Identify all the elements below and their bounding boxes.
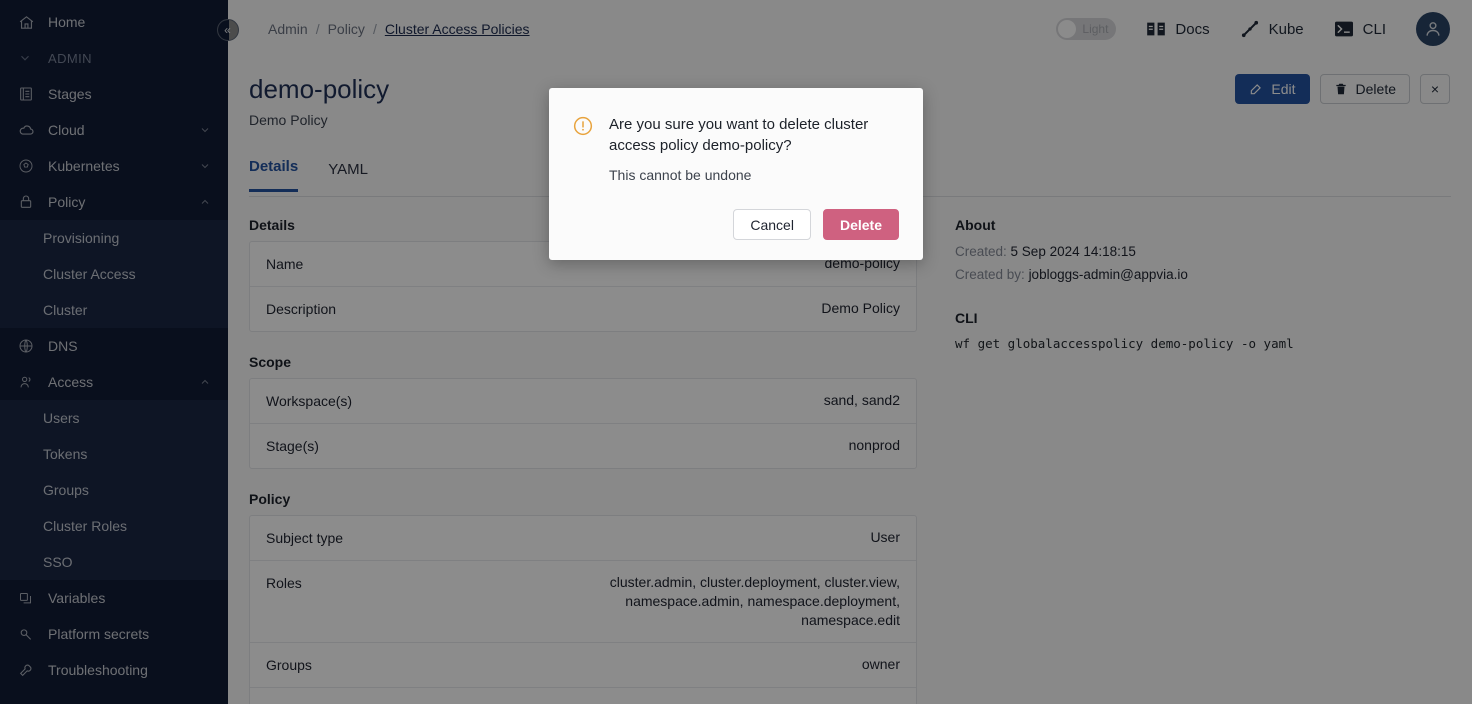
modal-note: This cannot be undone xyxy=(609,167,752,183)
app-root: Home ADMIN Stages Cloud Kubernetes Polic… xyxy=(0,0,1472,704)
modal-question: Are you sure you want to delete cluster … xyxy=(609,116,869,154)
modal-text: Are you sure you want to delete cluster … xyxy=(609,114,899,183)
modal-body: Are you sure you want to delete cluster … xyxy=(573,114,899,183)
modal-actions: Cancel Delete xyxy=(573,209,899,240)
warning-icon xyxy=(573,116,593,183)
delete-confirmation-modal: Are you sure you want to delete cluster … xyxy=(549,88,923,260)
modal-delete-label: Delete xyxy=(839,216,882,233)
modal-delete-button[interactable]: Delete xyxy=(822,209,899,240)
modal-cancel-label: Cancel xyxy=(750,216,794,233)
modal-cancel-button[interactable]: Cancel xyxy=(733,209,811,240)
